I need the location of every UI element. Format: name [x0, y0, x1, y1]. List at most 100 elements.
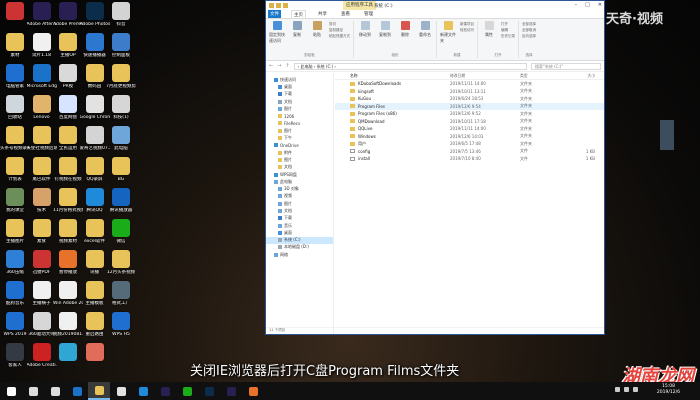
pin-button[interactable]: 固定到快速访问: [269, 21, 285, 44]
desktop-icon[interactable]: 百度网盘: [55, 95, 81, 121]
windows-start-taskbar-button[interactable]: [0, 382, 22, 400]
nav-item[interactable]: OneDrive: [266, 142, 333, 149]
desktop-icon[interactable]: 尾巴软件: [29, 157, 55, 183]
desktop-icon[interactable]: 视频素材: [55, 219, 81, 245]
nav-item[interactable]: 文档: [266, 98, 333, 105]
address-bar[interactable]: › 此电脑 › 系统 (C:) ›: [293, 62, 527, 70]
wechat-taskbar-button[interactable]: [176, 382, 198, 400]
desktop-icon[interactable]: PR视: [55, 64, 81, 90]
desktop-icon[interactable]: 爱奇艺视频07.29...: [80, 126, 110, 152]
desktop-icon[interactable]: Adobe Premiere P...: [53, 2, 83, 28]
desktop-icon[interactable]: 此电脑: [108, 126, 134, 152]
save-icon[interactable]: [276, 3, 281, 8]
desktop-icon[interactable]: 格式工厂: [108, 281, 134, 307]
desktop-icon[interactable]: Google Chrome: [80, 95, 110, 121]
nav-item[interactable]: 桌面: [266, 229, 333, 236]
after-effects-taskbar-button[interactable]: [220, 382, 242, 400]
desktop-icon[interactable]: 11月份格式视频: [53, 188, 83, 214]
search-taskbar-button[interactable]: [22, 382, 44, 400]
file-row[interactable]: KuGou 2019/6/24 18:53 文件夹: [335, 95, 604, 103]
desktop-icon[interactable]: 视频2019081...: [53, 312, 83, 338]
media-taskbar-button[interactable]: [242, 382, 264, 400]
file-row[interactable]: Program Files 2019/12/6 9:54 文件夹: [335, 102, 604, 110]
nav-item[interactable]: 本地磁盘 (D:): [266, 244, 333, 251]
desktop-icon[interactable]: 客家人: [2, 343, 28, 369]
minimize-button[interactable]: –: [575, 2, 578, 8]
column-size[interactable]: 大小: [575, 73, 595, 79]
copy-to-button[interactable]: 复制到: [377, 21, 393, 38]
new-folder-icon[interactable]: [283, 3, 288, 8]
desktop-icon[interactable]: Adobe After Effects CC...: [27, 2, 57, 28]
nav-item[interactable]: 图片: [266, 156, 333, 163]
network-icon[interactable]: [615, 387, 620, 392]
file-row[interactable]: 用户 2019/6/5 17:48 文件夹: [335, 140, 604, 148]
desktop-icon[interactable]: 12月头条视频: [107, 250, 135, 276]
search-input[interactable]: 搜索"系统 (C:)": [531, 62, 601, 70]
folder-icon[interactable]: [269, 3, 274, 8]
copy-button[interactable]: 复制: [289, 21, 305, 44]
desktop-icon[interactable]: [2, 2, 28, 22]
up-button[interactable]: ↑: [285, 63, 289, 69]
desktop-icon[interactable]: 试片1.18: [29, 33, 55, 59]
desktop-icon[interactable]: 全民运用: [55, 126, 81, 152]
nav-item[interactable]: 快速访问: [266, 76, 333, 83]
desktop-icon[interactable]: 重启路由: [82, 312, 108, 338]
desktop-edge-icon[interactable]: [660, 120, 674, 150]
file-row[interactable]: Windows 2019/12/6 14:03 文件夹: [335, 133, 604, 141]
desktop-icon[interactable]: Microsoft Edge: [27, 64, 57, 90]
paste-shortcut-button[interactable]: 粘贴快捷方式: [329, 33, 350, 39]
desktop-icon[interactable]: 我的课堂: [2, 188, 28, 214]
desktop-icon[interactable]: 头条号视频录制: [0, 126, 30, 152]
file-row[interactable]: config 2019/7/5 13:46 文件 1 KB: [335, 148, 604, 156]
desktop-icon[interactable]: WPS H5: [108, 312, 134, 338]
nav-item[interactable]: 3D 对象: [266, 185, 333, 192]
desktop-icon[interactable]: 数码园: [82, 64, 108, 90]
photoshop-taskbar-button[interactable]: [198, 382, 220, 400]
desktop-icon[interactable]: 快速播播器: [82, 33, 108, 59]
desktop-icon[interactable]: 迅捷PDF: [29, 250, 55, 276]
tab-home[interactable]: 主页: [291, 10, 306, 18]
desktop-icon[interactable]: 技术: [29, 188, 55, 214]
nav-item[interactable]: 视频: [266, 193, 333, 200]
desktop-icon[interactable]: BG: [108, 157, 134, 183]
move-to-button[interactable]: 移动到: [357, 21, 373, 38]
chrome-taskbar-button[interactable]: [110, 382, 132, 400]
desktop-icon[interactable]: 腾讯QQ: [82, 188, 108, 214]
nav-item[interactable]: 附件: [266, 149, 333, 156]
maximize-button[interactable]: □: [585, 2, 590, 8]
column-type[interactable]: 类型: [520, 73, 575, 79]
nav-item[interactable]: 系统 (C:): [266, 236, 333, 244]
nav-item[interactable]: 1206: [266, 112, 333, 119]
nav-item[interactable]: 图片: [266, 127, 333, 134]
desktop-icon[interactable]: 暂停播放: [55, 250, 81, 276]
desktop-icon[interactable]: excel软件: [82, 219, 108, 245]
column-date[interactable]: 修改日期: [450, 73, 520, 79]
desktop-icon[interactable]: 天使社视频后期制作: [27, 126, 57, 152]
tab-view[interactable]: 查看: [339, 10, 352, 18]
explorer-taskbar-button[interactable]: [88, 382, 110, 400]
nav-item[interactable]: 文档: [266, 164, 333, 171]
task-view-taskbar-button[interactable]: [44, 382, 66, 400]
tab-file[interactable]: 文件: [268, 10, 281, 18]
ime-icon[interactable]: [633, 387, 638, 392]
desktop-icon[interactable]: 科技(1): [108, 95, 134, 121]
desktop-icon[interactable]: 酷狗音乐: [2, 281, 28, 307]
back-button[interactable]: ←: [269, 63, 273, 69]
file-row[interactable]: KDubaSoftDownloads 2019/11/11 14:00 文件夹: [335, 80, 604, 88]
desktop-icon[interactable]: 素食: [29, 219, 55, 245]
nav-item[interactable]: 文档: [266, 207, 333, 214]
desktop-icon[interactable]: 7月底更视频剪辑: [106, 64, 136, 90]
desktop-icon[interactable]: Lenovo: [29, 95, 55, 121]
desktop-icon[interactable]: 计划表: [2, 157, 28, 183]
desktop-icon[interactable]: 回收站: [2, 95, 28, 121]
file-row[interactable]: QQLive 2019/11/11 14:00 文件夹: [335, 125, 604, 133]
nav-item[interactable]: 下载: [266, 91, 333, 98]
delete-button[interactable]: 删除: [397, 21, 413, 38]
tab-manage[interactable]: 管理: [362, 10, 375, 18]
paste-button[interactable]: 粘贴: [309, 21, 325, 44]
easy-access-button[interactable]: 轻松访问: [460, 27, 474, 33]
desktop-icon[interactable]: 抖音: [108, 2, 134, 28]
properties-button[interactable]: 属性: [481, 21, 497, 39]
nav-item[interactable]: 此电脑: [266, 178, 333, 185]
desktop-icon[interactable]: [82, 343, 108, 363]
